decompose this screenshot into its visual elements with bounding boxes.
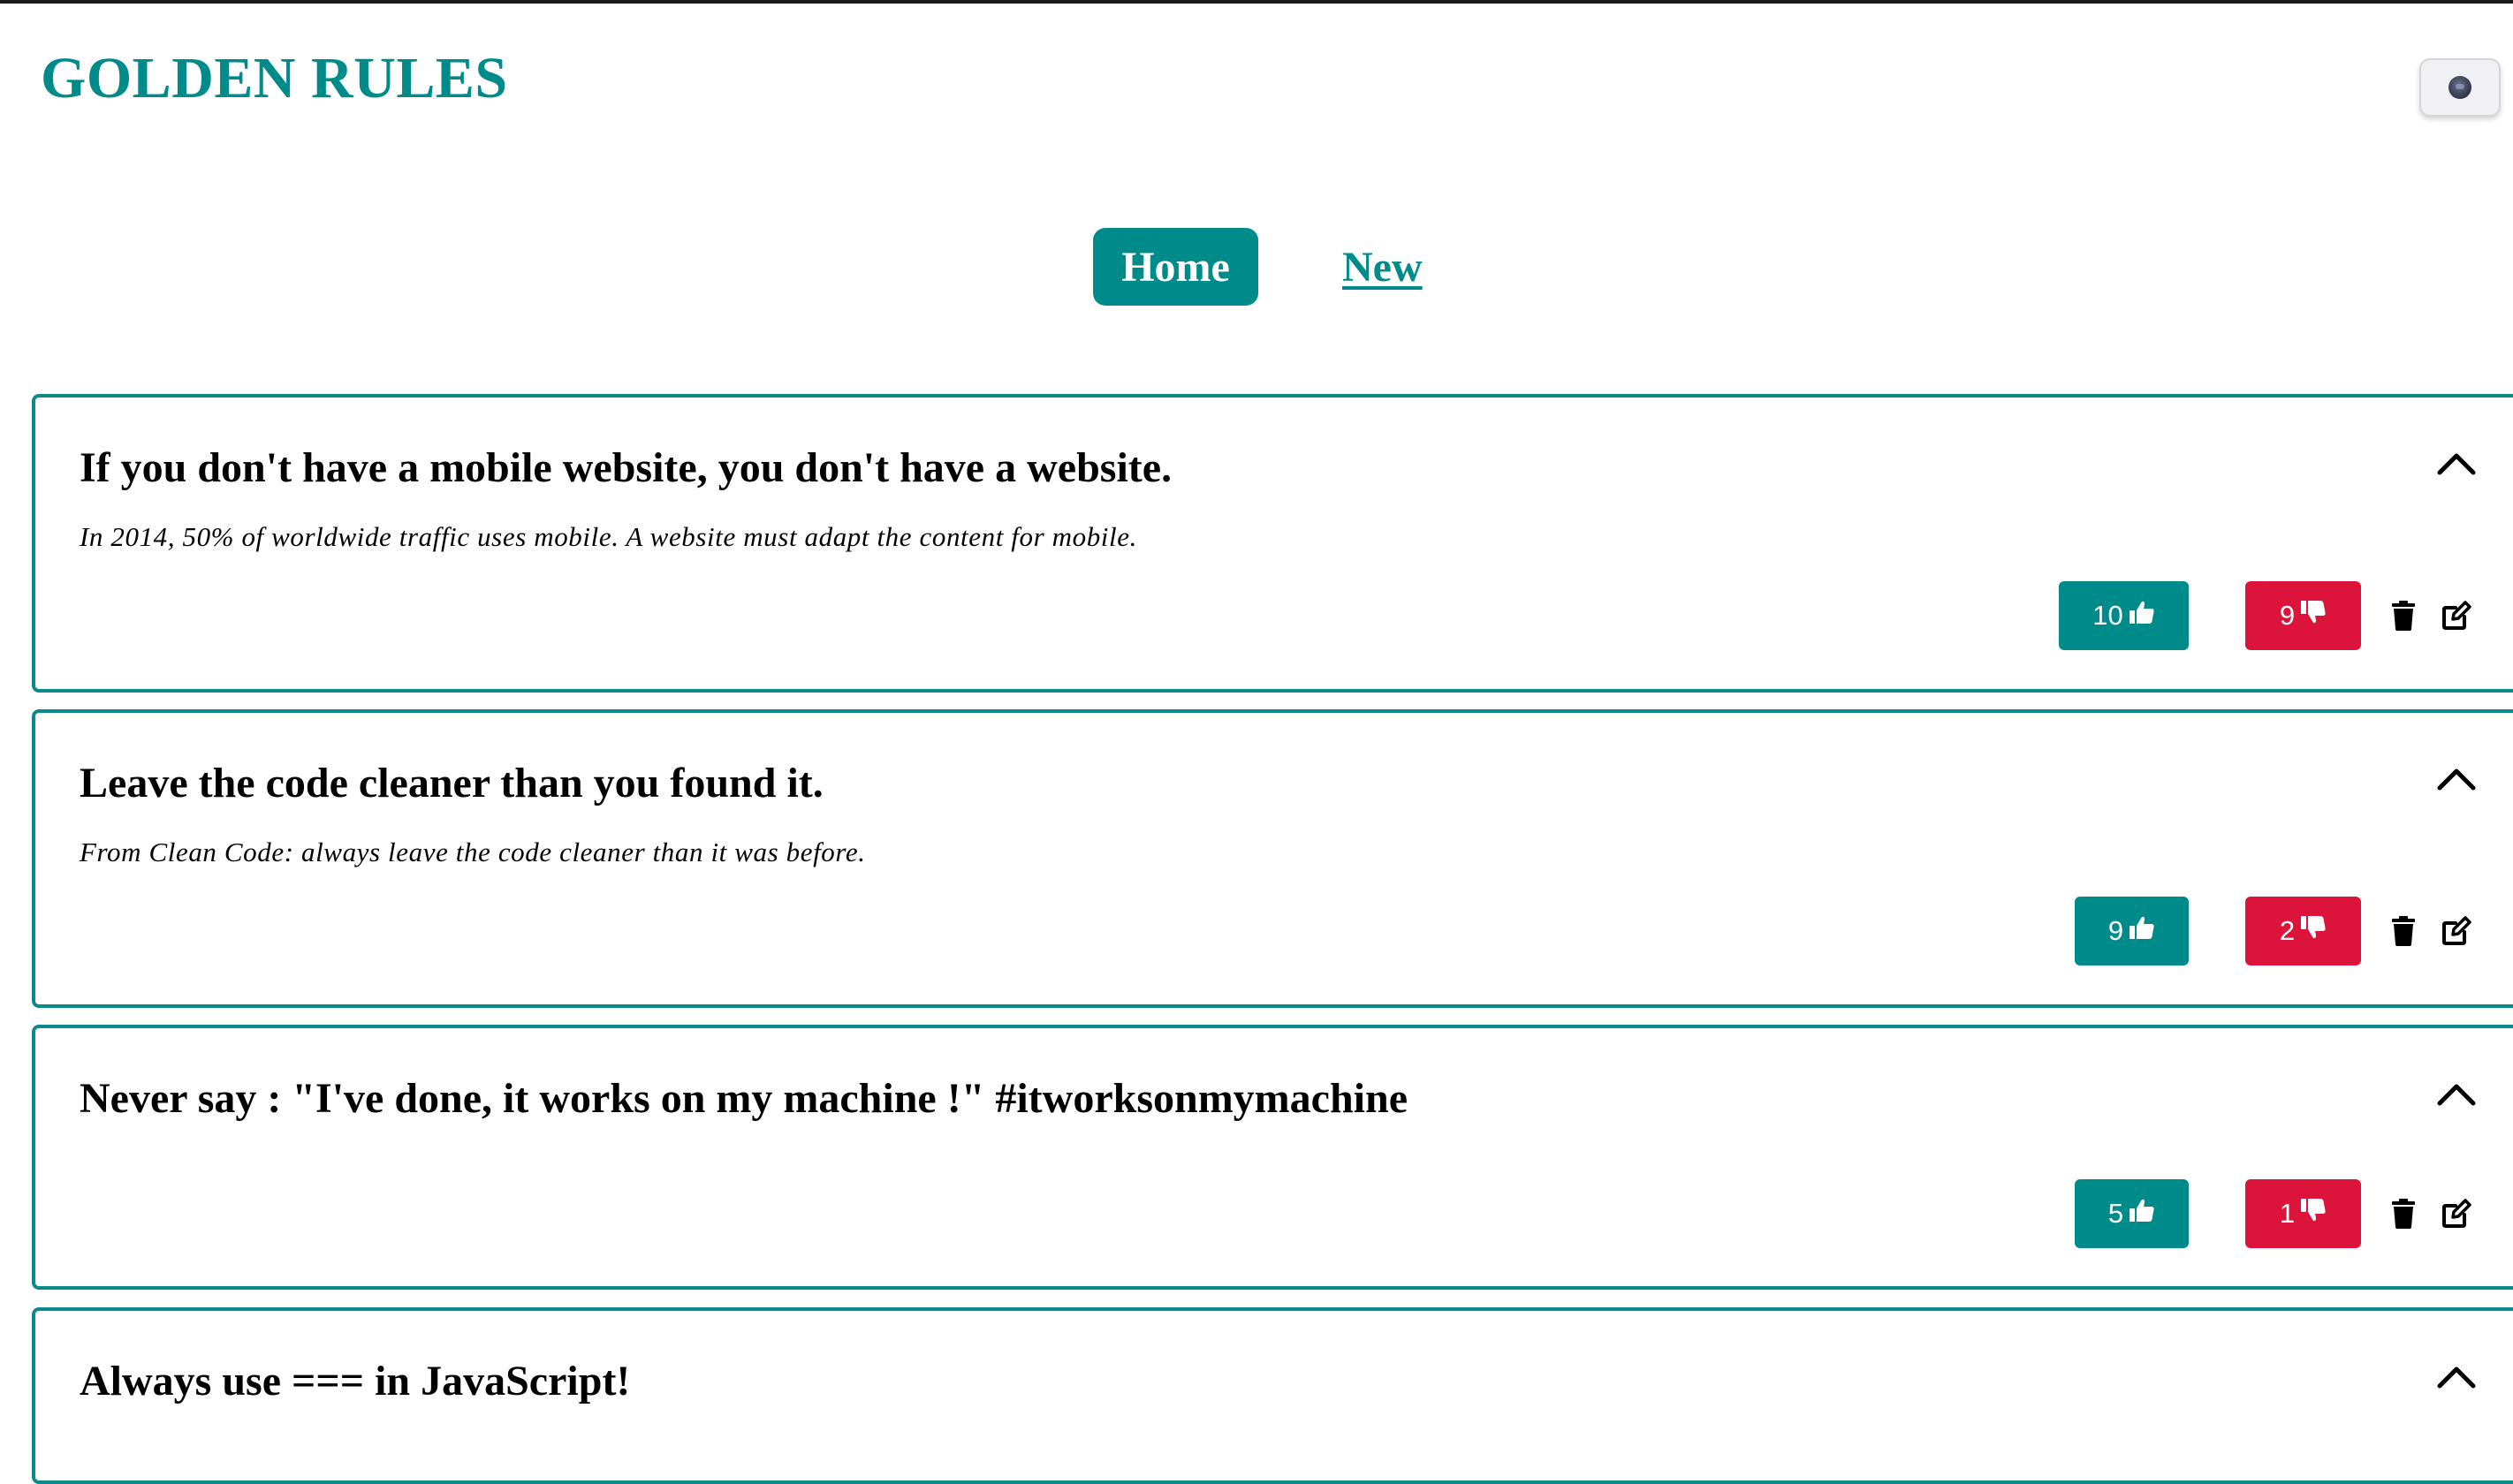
like-count: 10: [2092, 600, 2123, 631]
rule-title: Leave the code cleaner than you found it…: [80, 760, 824, 806]
delete-trash-icon[interactable]: [2386, 1196, 2421, 1231]
rule-title: If you don't have a mobile website, you …: [80, 444, 1173, 491]
rule-card: Leave the code cleaner than you found it…: [32, 709, 2513, 1008]
rule-actions: 5 1: [2075, 1179, 2474, 1248]
collapse-chevron-up-icon[interactable]: [2433, 440, 2479, 486]
thumbs-down-icon: [2300, 600, 2327, 632]
rule-title: Never say : "I've done, it works on my m…: [80, 1075, 1408, 1122]
rule-card: If you don't have a mobile website, you …: [32, 394, 2513, 693]
theme-toggle-button[interactable]: [2419, 58, 2501, 117]
nav-home-button[interactable]: Home: [1093, 228, 1258, 306]
delete-trash-icon[interactable]: [2386, 598, 2421, 633]
dislike-count: 1: [2279, 1198, 2296, 1229]
main-nav: Home New: [0, 228, 2513, 307]
dark-mode-toggle-icon: [2448, 76, 2471, 99]
nav-new-link[interactable]: New: [1342, 228, 1423, 306]
rule-card: Never say : "I've done, it works on my m…: [32, 1025, 2513, 1290]
rule-actions: 10 9: [2059, 581, 2474, 650]
delete-trash-icon[interactable]: [2386, 913, 2421, 949]
rule-description: In 2014, 50% of worldwide traffic uses m…: [80, 521, 1137, 552]
collapse-chevron-up-icon[interactable]: [2433, 1071, 2479, 1117]
app-header: GOLDEN RULES: [0, 0, 2513, 177]
thumbs-up-icon: [2129, 915, 2155, 947]
thumbs-down-icon: [2300, 915, 2327, 947]
rule-title: Always use === in JavaScript!: [80, 1358, 631, 1404]
rule-actions: 9 2: [2075, 897, 2474, 965]
app-title: GOLDEN RULES: [41, 46, 508, 110]
dislike-count: 2: [2279, 915, 2296, 946]
like-button[interactable]: 9: [2075, 897, 2189, 965]
dislike-button[interactable]: 9: [2245, 581, 2361, 650]
edit-icon[interactable]: [2439, 1196, 2474, 1231]
thumbs-up-icon: [2129, 600, 2155, 632]
thumbs-up-icon: [2129, 1198, 2155, 1230]
dislike-count: 9: [2279, 600, 2296, 631]
thumbs-down-icon: [2300, 1198, 2327, 1230]
edit-icon[interactable]: [2439, 598, 2474, 633]
collapse-chevron-up-icon[interactable]: [2433, 755, 2479, 801]
like-count: 5: [2107, 1198, 2124, 1229]
edit-icon[interactable]: [2439, 913, 2474, 949]
like-count: 9: [2107, 915, 2124, 946]
like-button[interactable]: 5: [2075, 1179, 2189, 1248]
rule-card: Always use === in JavaScript!: [32, 1307, 2513, 1484]
like-button[interactable]: 10: [2059, 581, 2189, 650]
dislike-button[interactable]: 1: [2245, 1179, 2361, 1248]
dislike-button[interactable]: 2: [2245, 897, 2361, 965]
collapse-chevron-up-icon[interactable]: [2433, 1353, 2479, 1399]
rule-description: From Clean Code: always leave the code c…: [80, 837, 866, 867]
